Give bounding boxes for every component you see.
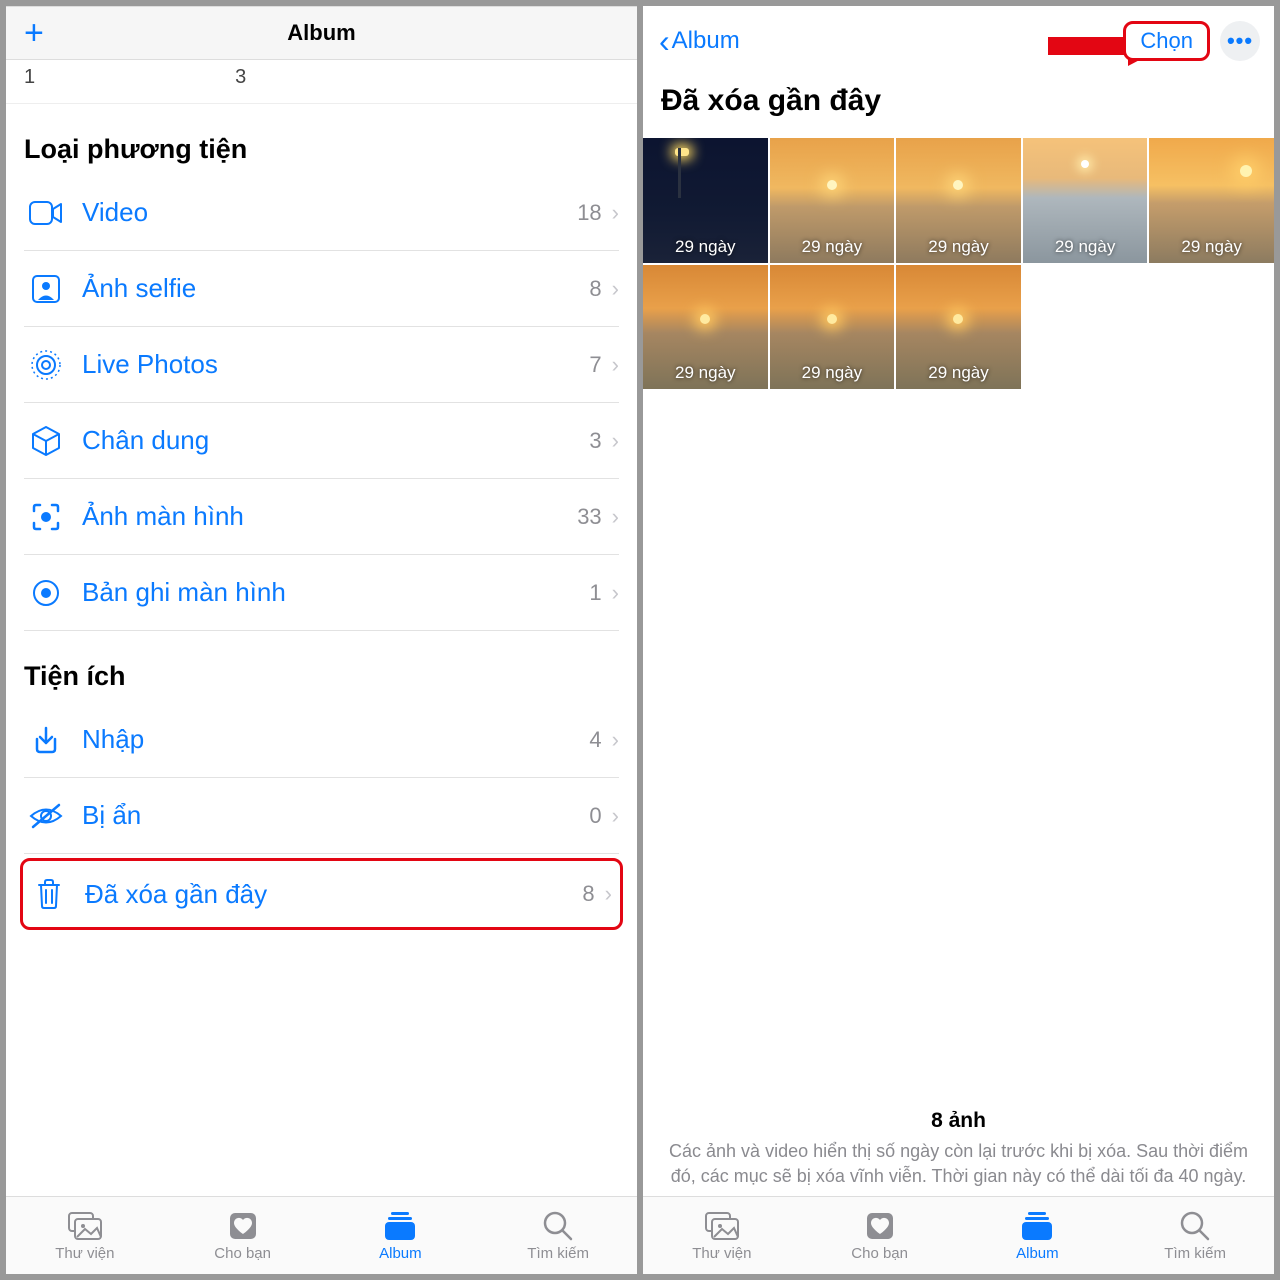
- photo-thumb[interactable]: 29 ngày: [770, 138, 895, 263]
- selfie-icon: [24, 267, 68, 311]
- tab-album[interactable]: Album: [959, 1197, 1117, 1274]
- trash-icon: [27, 872, 71, 916]
- tab-bar: Thư viện Cho bạn Album Tìm kiếm: [643, 1196, 1274, 1274]
- photo-thumb[interactable]: 29 ngày: [1149, 138, 1274, 263]
- screenshot-icon: [24, 495, 68, 539]
- page-title: Đã xóa gần đây: [643, 76, 1274, 138]
- chevron-right-icon: ›: [612, 803, 619, 829]
- nav-title: Album: [287, 20, 355, 46]
- library-icon: [704, 1209, 740, 1243]
- photo-thumb[interactable]: 29 ngày: [643, 265, 768, 390]
- tab-album[interactable]: Album: [322, 1197, 480, 1274]
- library-icon: [67, 1209, 103, 1243]
- live-photos-icon: [24, 343, 68, 387]
- album-list-screen: + Album 1 3 Loại phương tiện Video 18 ›: [6, 6, 637, 1274]
- video-icon: [24, 191, 68, 235]
- tab-search[interactable]: Tìm kiếm: [1116, 1197, 1274, 1274]
- tab-search[interactable]: Tìm kiếm: [479, 1197, 637, 1274]
- import-icon: [24, 718, 68, 762]
- footer-description: Các ảnh và video hiển thị số ngày còn lạ…: [663, 1139, 1254, 1188]
- chevron-right-icon: ›: [612, 428, 619, 454]
- row-import[interactable]: Nhập 4 ›: [6, 702, 637, 778]
- chevron-right-icon: ›: [612, 276, 619, 302]
- search-icon: [1179, 1209, 1211, 1243]
- chevron-right-icon: ›: [612, 352, 619, 378]
- row-portrait[interactable]: Chân dung 3 ›: [6, 403, 637, 479]
- nav-bar: + Album: [6, 6, 637, 60]
- tab-bar: Thư viện Cho bạn Album Tìm kiếm: [6, 1196, 637, 1274]
- footer-info: 8 ảnh Các ảnh và video hiển thị số ngày …: [643, 1109, 1274, 1188]
- more-button[interactable]: •••: [1220, 21, 1260, 61]
- recently-deleted-screen: ‹ Album Chọn ••• Đã xóa gần đây 29 ngày …: [643, 6, 1274, 1274]
- add-button[interactable]: +: [24, 16, 44, 50]
- search-icon: [542, 1209, 574, 1243]
- row-hidden[interactable]: Bị ẩn 0 ›: [6, 778, 637, 854]
- photo-thumb[interactable]: 29 ngày: [896, 265, 1021, 390]
- record-icon: [24, 571, 68, 615]
- photo-count: 8 ảnh: [663, 1109, 1254, 1133]
- row-screenshots[interactable]: Ảnh màn hình 33 ›: [6, 479, 637, 555]
- row-selfie[interactable]: Ảnh selfie 8 ›: [6, 251, 637, 327]
- section-utilities: Tiện ích: [6, 631, 637, 702]
- photo-grid: 29 ngày 29 ngày 29 ngày 29 ngày 29 ngày …: [643, 138, 1274, 389]
- chevron-right-icon: ›: [612, 727, 619, 753]
- photo-thumb[interactable]: 29 ngày: [1023, 138, 1148, 263]
- select-button[interactable]: Chọn: [1123, 21, 1210, 61]
- album-icon: [1020, 1209, 1054, 1243]
- chevron-left-icon: ‹: [659, 23, 670, 60]
- chevron-right-icon: ›: [605, 881, 612, 907]
- row-video[interactable]: Video 18 ›: [6, 175, 637, 251]
- photo-thumb[interactable]: 29 ngày: [770, 265, 895, 390]
- cube-icon: [24, 419, 68, 463]
- ellipsis-icon: •••: [1227, 28, 1253, 54]
- chevron-right-icon: ›: [612, 504, 619, 530]
- nav-bar: ‹ Album Chọn •••: [643, 6, 1274, 76]
- chevron-right-icon: ›: [612, 200, 619, 226]
- chevron-right-icon: ›: [612, 580, 619, 606]
- section-media-types: Loại phương tiện: [6, 104, 637, 175]
- tab-library[interactable]: Thư viện: [643, 1197, 801, 1274]
- row-live-photos[interactable]: Live Photos 7 ›: [6, 327, 637, 403]
- row-recently-deleted[interactable]: Đã xóa gần đây 8 ›: [20, 858, 623, 930]
- row-screen-recording[interactable]: Bản ghi màn hình 1 ›: [6, 555, 637, 631]
- back-button[interactable]: ‹ Album: [659, 23, 740, 60]
- tab-library[interactable]: Thư viện: [6, 1197, 164, 1274]
- for-you-icon: [864, 1209, 896, 1243]
- tab-for-you[interactable]: Cho bạn: [801, 1197, 959, 1274]
- photo-thumb[interactable]: 29 ngày: [643, 138, 768, 263]
- album-icon: [383, 1209, 417, 1243]
- for-you-icon: [227, 1209, 259, 1243]
- tab-for-you[interactable]: Cho bạn: [164, 1197, 322, 1274]
- photo-thumb[interactable]: 29 ngày: [896, 138, 1021, 263]
- count-row: 1 3: [6, 60, 637, 104]
- hidden-icon: [24, 794, 68, 838]
